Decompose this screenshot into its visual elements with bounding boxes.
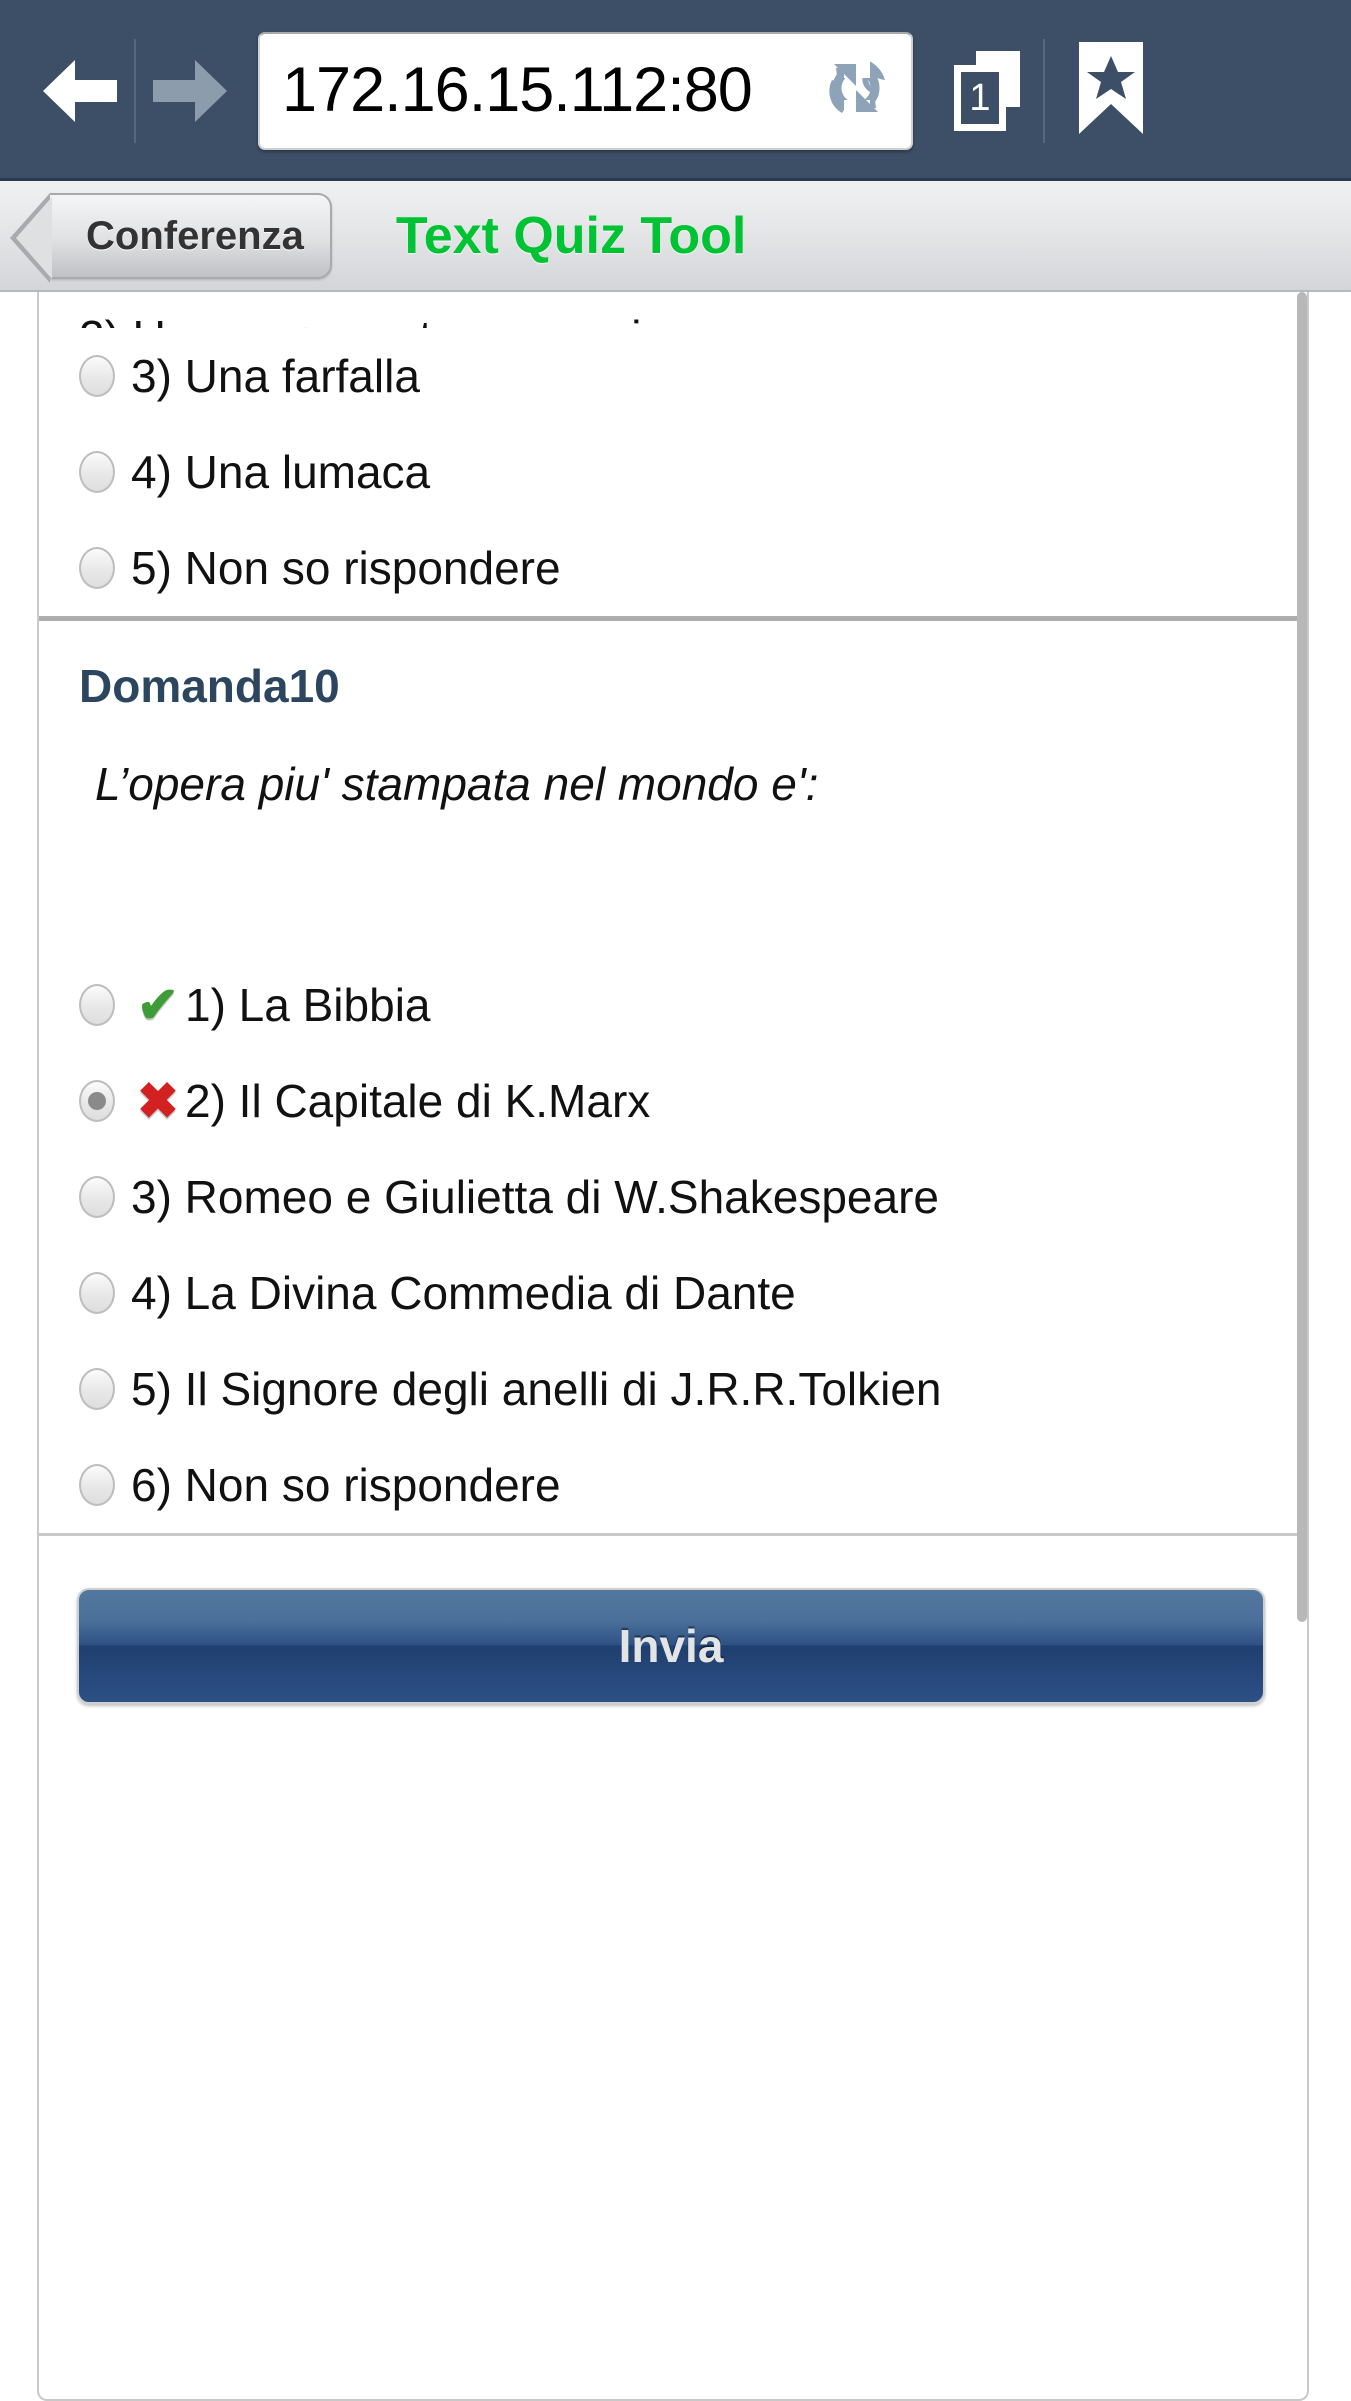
question-text: L’opera piu' stampata nel mondo e':: [95, 758, 819, 810]
option-row-3[interactable]: 3) Romeo e Giulietta di W.Shakespeare: [39, 1149, 1307, 1245]
toolbar-divider-2: [1043, 38, 1045, 143]
tab-front-shape: 1: [954, 64, 1006, 131]
radio-button[interactable]: [79, 984, 115, 1026]
tabs-icon: 1: [954, 50, 1020, 131]
reload-button[interactable]: [813, 48, 899, 134]
option-row[interactable]: 5) Non so rispondere: [39, 520, 1307, 616]
content-scroll-area[interactable]: 2) Un componente meccanico 3) Una farfal…: [0, 292, 1351, 2401]
question-spacer: [39, 807, 1307, 957]
option-label: 2) Il Capitale di K.Marx: [185, 1075, 651, 1127]
wrong-cross-icon: ✖: [137, 1073, 179, 1129]
radio-button[interactable]: [79, 451, 115, 493]
question-title: Domanda10: [79, 660, 340, 712]
radio-button[interactable]: [79, 1464, 115, 1506]
page-title: Text Quiz Tool: [395, 206, 747, 265]
address-bar[interactable]: 172.16.15.112:80: [258, 31, 913, 150]
option-row[interactable]: 3) Una farfalla: [39, 328, 1307, 424]
clipped-option-row[interactable]: 2) Un componente meccanico: [39, 292, 1307, 328]
option-row-1[interactable]: ✔ 1) La Bibbia: [39, 957, 1307, 1053]
option-row-4[interactable]: 4) La Divina Commedia di Dante: [39, 1245, 1307, 1341]
arrow-right-icon: [151, 58, 229, 124]
option-label: 5) Il Signore degli anelli di J.R.R.Tolk…: [131, 1363, 942, 1415]
tab-count-label: 1: [969, 76, 991, 119]
option-label: 4) La Divina Commedia di Dante: [131, 1267, 796, 1319]
option-label: 6) Non so rispondere: [131, 1459, 561, 1511]
back-button-label: Conferenza: [86, 213, 304, 258]
option-row-5[interactable]: 5) Il Signore degli anelli di J.R.R.Tolk…: [39, 1341, 1307, 1437]
option-label: 3) Romeo e Giulietta di W.Shakespeare: [131, 1171, 939, 1223]
option-row[interactable]: 4) Una lumaca: [39, 424, 1307, 520]
option-label: 5) Non so rispondere: [131, 542, 561, 594]
bookmark-star-icon: [1075, 40, 1147, 141]
option-label: 1) La Bibbia: [185, 979, 431, 1031]
browser-forward-button[interactable]: [138, 36, 242, 146]
option-row-2[interactable]: ✖ 2) Il Capitale di K.Marx: [39, 1053, 1307, 1149]
submit-button[interactable]: Invia: [77, 1588, 1265, 1704]
radio-button[interactable]: [79, 547, 115, 589]
tabs-button[interactable]: 1: [933, 36, 1041, 146]
option-row-6[interactable]: 6) Non so rispondere: [39, 1437, 1307, 1533]
radio-button[interactable]: [79, 355, 115, 397]
submit-area: Invia: [39, 1536, 1307, 1760]
reload-icon: [814, 46, 898, 135]
back-button-conferenza[interactable]: Conferenza: [10, 192, 332, 283]
radio-button[interactable]: [79, 1272, 115, 1314]
quiz-card: 2) Un componente meccanico 3) Una farfal…: [37, 292, 1309, 2401]
app-header: Conferenza Text Quiz Tool: [0, 181, 1351, 292]
radio-button[interactable]: [79, 1176, 115, 1218]
previous-question-block: 2) Un componente meccanico 3) Una farfal…: [39, 292, 1307, 616]
radio-button-selected[interactable]: [79, 1080, 115, 1122]
option-label: 4) Una lumaca: [131, 446, 431, 498]
vertical-scrollbar[interactable]: [1297, 292, 1307, 1622]
clipped-option-label: 2) Un componente meccanico: [79, 314, 690, 328]
radio-button[interactable]: [79, 1368, 115, 1410]
bookmark-button[interactable]: [1059, 36, 1163, 146]
arrow-left-icon: [41, 58, 119, 124]
toolbar-divider-1: [134, 38, 136, 143]
option-label: 3) Una farfalla: [131, 350, 420, 402]
browser-back-button[interactable]: [28, 36, 132, 146]
browser-toolbar: 172.16.15.112:80 1: [0, 0, 1351, 181]
question-block-domanda10: Domanda10 L’opera piu' stampata nel mond…: [39, 621, 1307, 1533]
correct-check-icon: ✔: [137, 977, 179, 1033]
